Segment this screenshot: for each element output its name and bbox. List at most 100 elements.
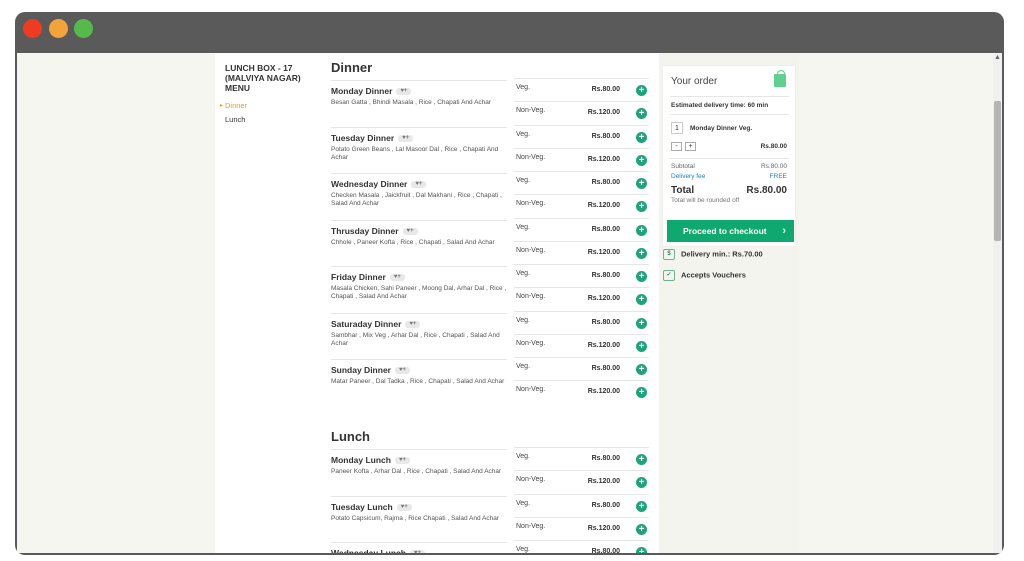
- favorite-heart-icon[interactable]: ♥+: [398, 134, 414, 142]
- menu-item-name: Saturaday Dinner ♥+: [331, 319, 421, 329]
- favorite-heart-icon[interactable]: ♥+: [405, 320, 421, 328]
- add-to-cart-button[interactable]: +: [636, 247, 647, 259]
- variant-label: Veg.: [516, 499, 531, 507]
- variant-price: Rs.80.00: [591, 548, 620, 553]
- variant-price: Rs.120.00: [587, 341, 620, 349]
- favorite-heart-icon[interactable]: ♥+: [396, 503, 412, 511]
- variant-row-veg: Veg. Rs.80.00 +: [514, 124, 649, 148]
- menu-item-name: Monday Dinner ♥+: [331, 86, 412, 96]
- favorite-heart-icon[interactable]: ♥+: [389, 274, 405, 282]
- add-to-cart-button[interactable]: +: [636, 477, 647, 488]
- delivery-minimum: $ Delivery min.: Rs.70.00: [663, 249, 763, 260]
- add-to-cart-button[interactable]: +: [636, 178, 647, 189]
- variant-price: Rs.120.00: [587, 478, 620, 485]
- accepts-vouchers-text: Accepts Vouchers: [681, 270, 746, 280]
- line-item-name: Monday Dinner Veg.: [690, 125, 753, 132]
- scroll-up-arrow-icon[interactable]: ▲: [994, 54, 1001, 61]
- menu-item: Monday Lunch ♥+ Paneer Kofta , Arhar Dal …: [331, 449, 507, 496]
- scrollbar-thumb[interactable]: [994, 101, 1001, 241]
- variant-label: Veg.: [516, 130, 531, 138]
- variant-price: Rs.120.00: [587, 295, 620, 302]
- add-to-cart-button[interactable]: +: [636, 271, 647, 282]
- menu-item-name: Tuesday Lunch ♥+: [331, 502, 412, 512]
- add-to-cart-button[interactable]: +: [636, 340, 647, 352]
- variant-price: Rs.120.00: [587, 388, 620, 395]
- add-to-cart-button[interactable]: +: [636, 201, 647, 212]
- menu-item: Saturaday Dinner ♥+ Sambhar , Mix Veg , A…: [331, 312, 507, 360]
- variant-label: Non-Veg.: [516, 386, 546, 393]
- favorite-heart-icon[interactable]: ♥+: [394, 457, 410, 465]
- delivery-fee-label[interactable]: Delivery fee: [671, 173, 705, 180]
- menu-item: Tuesday Dinner ♥+ Potato Green Beans , La…: [331, 126, 507, 174]
- variant-label: Non-Veg.: [516, 200, 546, 207]
- increase-quantity-button[interactable]: +: [685, 142, 696, 151]
- menu-item: Sunday Dinner ♥+ Matar Paneer , Dal Tadka…: [331, 359, 507, 406]
- menu-item-description: Sambhar , Mix Veg , Arhar Dal , Rice , C…: [331, 331, 500, 347]
- browser-window: ▲ LUNCH BOX - 17 (MALVIYA NAGAR) MENU Di…: [15, 12, 1004, 555]
- menu-item-description: Paneer Kofta , Arhar Dal , Rice , Chapat…: [331, 468, 502, 475]
- accepts-vouchers: ✓ Accepts Vouchers: [663, 270, 746, 281]
- add-to-cart-button[interactable]: +: [636, 154, 647, 166]
- variant-row-nonveg: Non-Veg. Rs.120.00 +: [514, 240, 649, 264]
- menu-link-lunch[interactable]: Lunch: [225, 115, 245, 124]
- favorite-heart-icon[interactable]: ♥+: [411, 181, 427, 189]
- variant-label: Veg.: [516, 316, 531, 324]
- subtotal-label: Subtotal: [671, 163, 695, 170]
- variant-label: Veg.: [516, 223, 531, 231]
- favorite-heart-icon[interactable]: ♥+: [394, 367, 410, 375]
- delivery-minimum-text: Delivery min.: Rs.70.00: [681, 249, 763, 259]
- add-to-cart-button[interactable]: +: [636, 454, 647, 465]
- title-bar: [15, 12, 1004, 53]
- favorite-heart-icon[interactable]: ♥+: [409, 550, 425, 553]
- variant-row-nonveg: Non-Veg. Rs.120.00 +: [514, 333, 649, 357]
- variant-row-veg: Veg. Rs.80.00 +: [514, 264, 649, 287]
- add-to-cart-button[interactable]: +: [636, 131, 647, 143]
- variant-row-nonveg: Non-Veg. Rs.120.00 +: [514, 194, 649, 217]
- decrease-quantity-button[interactable]: -: [671, 142, 682, 151]
- menu-item-name: Monday Lunch ♥+: [331, 455, 410, 465]
- maximize-window-button[interactable]: [74, 19, 93, 38]
- variant-label: Veg.: [516, 84, 531, 91]
- variant-price: Rs.80.00: [591, 318, 620, 326]
- checkout-label: Proceed to checkout: [683, 226, 767, 236]
- variant-row-veg: Veg. Rs.80.00 +: [514, 493, 649, 517]
- close-window-button[interactable]: [23, 19, 42, 38]
- add-to-cart-button[interactable]: +: [636, 523, 647, 535]
- add-to-cart-button[interactable]: +: [636, 547, 647, 553]
- add-to-cart-button[interactable]: +: [636, 108, 647, 119]
- variant-price: Rs.120.00: [587, 155, 620, 163]
- variant-label: Non-Veg.: [516, 107, 546, 114]
- variant-label: Non-Veg.: [516, 339, 546, 347]
- variant-price: Rs.80.00: [591, 225, 620, 233]
- add-to-cart-button[interactable]: +: [636, 387, 647, 398]
- favorite-heart-icon[interactable]: ♥+: [402, 227, 418, 235]
- menu-item-description: Chhole , Paneer Kofta , Rice , Chapati ,…: [331, 238, 495, 246]
- delivery-fee-value: FREE: [769, 173, 787, 180]
- add-to-cart-button[interactable]: +: [636, 85, 647, 96]
- variant-label: Veg.: [516, 177, 531, 184]
- variant-price: Rs.80.00: [591, 455, 620, 462]
- subtotal-value: Rs.80.00: [760, 163, 787, 170]
- line-quantity: 1: [671, 122, 683, 134]
- add-to-cart-button[interactable]: +: [636, 294, 647, 305]
- proceed-to-checkout-button[interactable]: Proceed to checkout ›: [667, 220, 794, 242]
- variant-price: Rs.80.00: [591, 179, 620, 186]
- menu-item-name: Wednesday Lunch♥+: [331, 548, 425, 553]
- variant-price: Rs.80.00: [591, 501, 620, 509]
- favorite-heart-icon[interactable]: ♥+: [396, 88, 412, 96]
- add-to-cart-button[interactable]: +: [636, 224, 647, 236]
- menu-item: Thrusday Dinner ♥+ Chhole , Paneer Kofta …: [331, 219, 507, 267]
- variant-label: Non-Veg.: [516, 153, 546, 161]
- page-scrollbar[interactable]: ▲: [993, 53, 1002, 553]
- menu-title: LUNCH BOX - 17 (MALVIYA NAGAR) MENU: [225, 63, 301, 93]
- menu-link-dinner[interactable]: Dinner: [220, 101, 247, 110]
- menu-item: Tuesday Lunch ♥+ Potato Capsicum, Rajma ,…: [331, 495, 507, 543]
- delivery-time: Estimated delivery time: 60 min: [671, 102, 769, 109]
- add-to-cart-button[interactable]: +: [636, 364, 647, 375]
- variant-row-veg: Veg. Rs.80.00 +: [514, 217, 649, 241]
- add-to-cart-button[interactable]: +: [636, 317, 647, 329]
- variant-row-nonveg: Non-Veg. Rs.120.00 +: [514, 470, 649, 493]
- add-to-cart-button[interactable]: +: [636, 500, 647, 512]
- minimize-window-button[interactable]: [49, 19, 68, 38]
- chevron-right-icon: ›: [782, 225, 786, 237]
